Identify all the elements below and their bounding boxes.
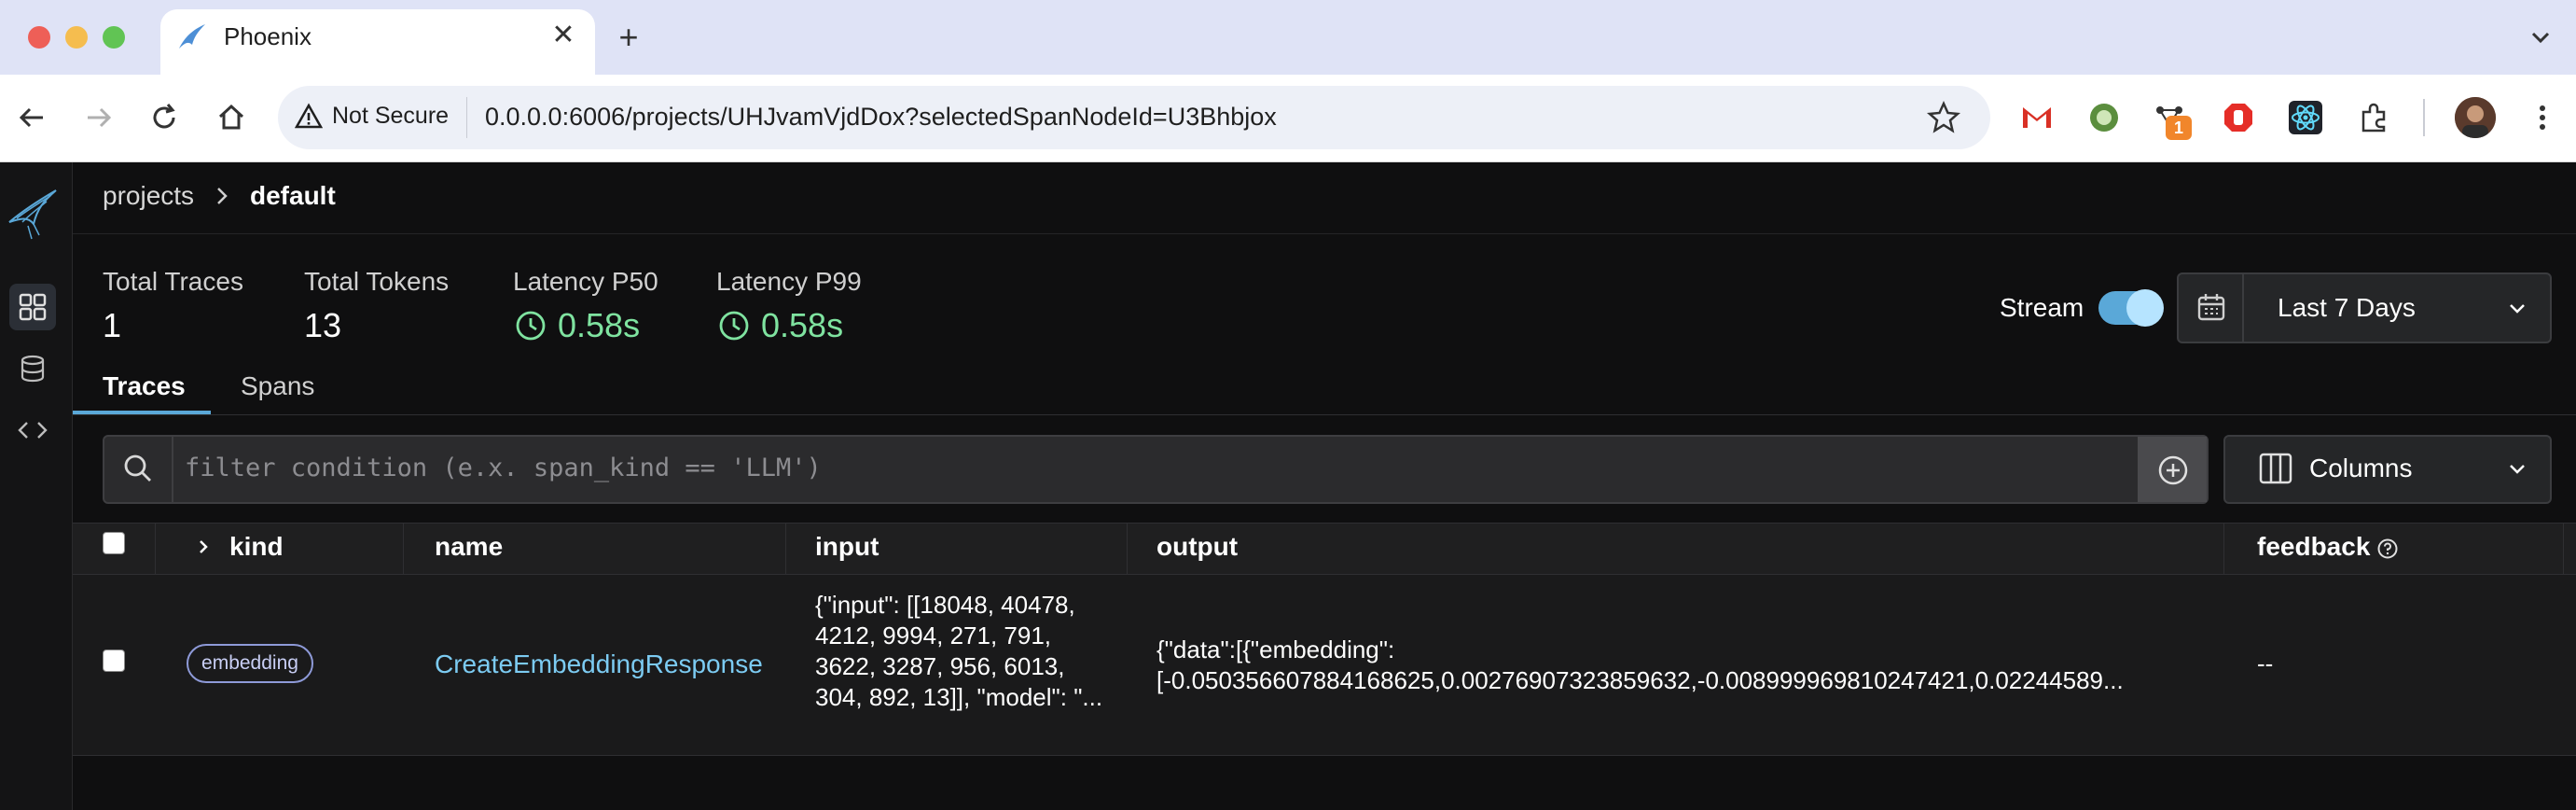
database-icon <box>21 355 45 383</box>
column-divider[interactable] <box>2223 523 2224 575</box>
gmail-icon[interactable] <box>2018 99 2056 136</box>
span-feedback-value: -- <box>2257 649 2274 677</box>
address-divider <box>466 97 467 138</box>
url-text[interactable]: 0.0.0.0:6006/projects/UHJvamVjdDox?selec… <box>485 103 1277 132</box>
latency-p50-value: 0.58s <box>558 306 641 344</box>
stream-toggle-knob[interactable] <box>2126 289 2164 327</box>
clock-icon <box>516 311 546 341</box>
forward-arrow-icon[interactable] <box>80 99 118 136</box>
stream-label: Stream <box>2000 293 2084 322</box>
total-tokens-value: 13 <box>304 306 342 344</box>
column-header-feedback[interactable]: feedback <box>2257 532 2370 562</box>
browser-menu-icon[interactable] <box>2526 99 2559 136</box>
header-divider <box>73 233 2576 234</box>
column-divider[interactable] <box>1127 523 1128 575</box>
latency-p50-label: Latency P50 <box>513 267 658 296</box>
column-divider[interactable] <box>785 523 786 575</box>
latency-p99-label: Latency P99 <box>716 267 862 296</box>
react-devtools-icon[interactable] <box>2287 99 2324 136</box>
profile-avatar[interactable] <box>2455 97 2496 138</box>
sidebar-item-projects[interactable] <box>9 284 56 330</box>
span-name-link[interactable]: CreateEmbeddingResponse <box>435 649 763 679</box>
warning-icon <box>295 103 323 129</box>
tab-title: Phoenix <box>224 22 312 50</box>
total-traces-label: Total Traces <box>103 267 243 296</box>
tab-search-chevron-icon[interactable] <box>2524 21 2557 54</box>
maximize-window-button[interactable] <box>103 26 125 49</box>
minimize-window-button[interactable] <box>65 26 88 49</box>
calendar-icon <box>2197 294 2225 321</box>
expand-chevron-icon[interactable] <box>192 536 215 558</box>
reload-icon[interactable] <box>145 99 183 136</box>
total-traces-value: 1 <box>103 306 122 344</box>
columns-icon <box>2259 453 2292 484</box>
row-checkbox[interactable] <box>103 649 125 672</box>
close-tab-icon[interactable]: ✕ <box>548 17 578 54</box>
new-tab-icon[interactable]: + <box>610 15 647 60</box>
column-header-input[interactable]: input <box>815 532 879 562</box>
column-divider <box>155 523 156 575</box>
search-icon <box>124 454 151 482</box>
sidebar-item-datasets[interactable] <box>9 345 56 392</box>
phoenix-logo-icon[interactable] <box>6 181 62 246</box>
stop-hand-icon[interactable] <box>2220 99 2257 136</box>
column-header-output[interactable]: output <box>1156 532 1238 562</box>
clock-icon <box>719 311 749 341</box>
column-divider <box>2563 523 2564 575</box>
toolbar-divider <box>2423 99 2425 136</box>
column-header-kind[interactable]: kind <box>229 532 284 562</box>
chevron-down-icon <box>2510 304 2525 314</box>
add-circle-icon <box>2158 455 2188 485</box>
filter-placeholder[interactable]: filter condition (e.x. span_kind == 'LLM… <box>185 454 822 482</box>
profile-avatar-image-icon <box>2455 97 2496 138</box>
bookmark-star-icon[interactable] <box>1925 99 1962 136</box>
close-window-button[interactable] <box>28 26 50 49</box>
tabs-divider <box>73 414 2576 415</box>
span-input-preview: {"input": [[18048, 40478, 4212, 9994, 27… <box>815 591 1103 711</box>
help-icon[interactable] <box>2376 538 2399 560</box>
column-header-name[interactable]: name <box>435 532 503 562</box>
sidebar <box>0 162 73 810</box>
span-output-preview: {"data":[{"embedding": [-0.0503566078841… <box>1156 635 2124 694</box>
grid-icon <box>19 293 47 321</box>
tab-traces[interactable]: Traces <box>103 371 186 401</box>
phoenix-favicon-icon <box>179 24 205 49</box>
chevron-right-icon <box>217 188 228 204</box>
total-tokens-label: Total Tokens <box>304 267 450 296</box>
span-kind-badge: embedding <box>187 644 313 683</box>
latency-p99-value: 0.58s <box>761 306 844 344</box>
not-secure-label[interactable]: Not Secure <box>332 103 449 130</box>
columns-label[interactable]: Columns <box>2309 454 2412 483</box>
breadcrumb-projects[interactable]: projects <box>103 181 194 211</box>
extension-green-icon[interactable] <box>2085 99 2123 136</box>
breadcrumb-current: default <box>250 181 336 210</box>
time-range-value[interactable]: Last 7 Days <box>2278 293 2416 323</box>
extension-badge: 1 <box>2166 116 2192 140</box>
home-icon[interactable] <box>213 99 250 136</box>
sidebar-item-apis[interactable] <box>9 407 56 454</box>
select-all-checkbox[interactable] <box>103 532 125 554</box>
chevron-down-icon <box>2510 465 2525 474</box>
tab-spans[interactable]: Spans <box>241 371 314 401</box>
back-arrow-icon[interactable] <box>13 99 50 136</box>
column-divider[interactable] <box>403 523 404 575</box>
extensions-puzzle-icon[interactable] <box>2356 99 2393 136</box>
code-icon <box>18 422 48 439</box>
